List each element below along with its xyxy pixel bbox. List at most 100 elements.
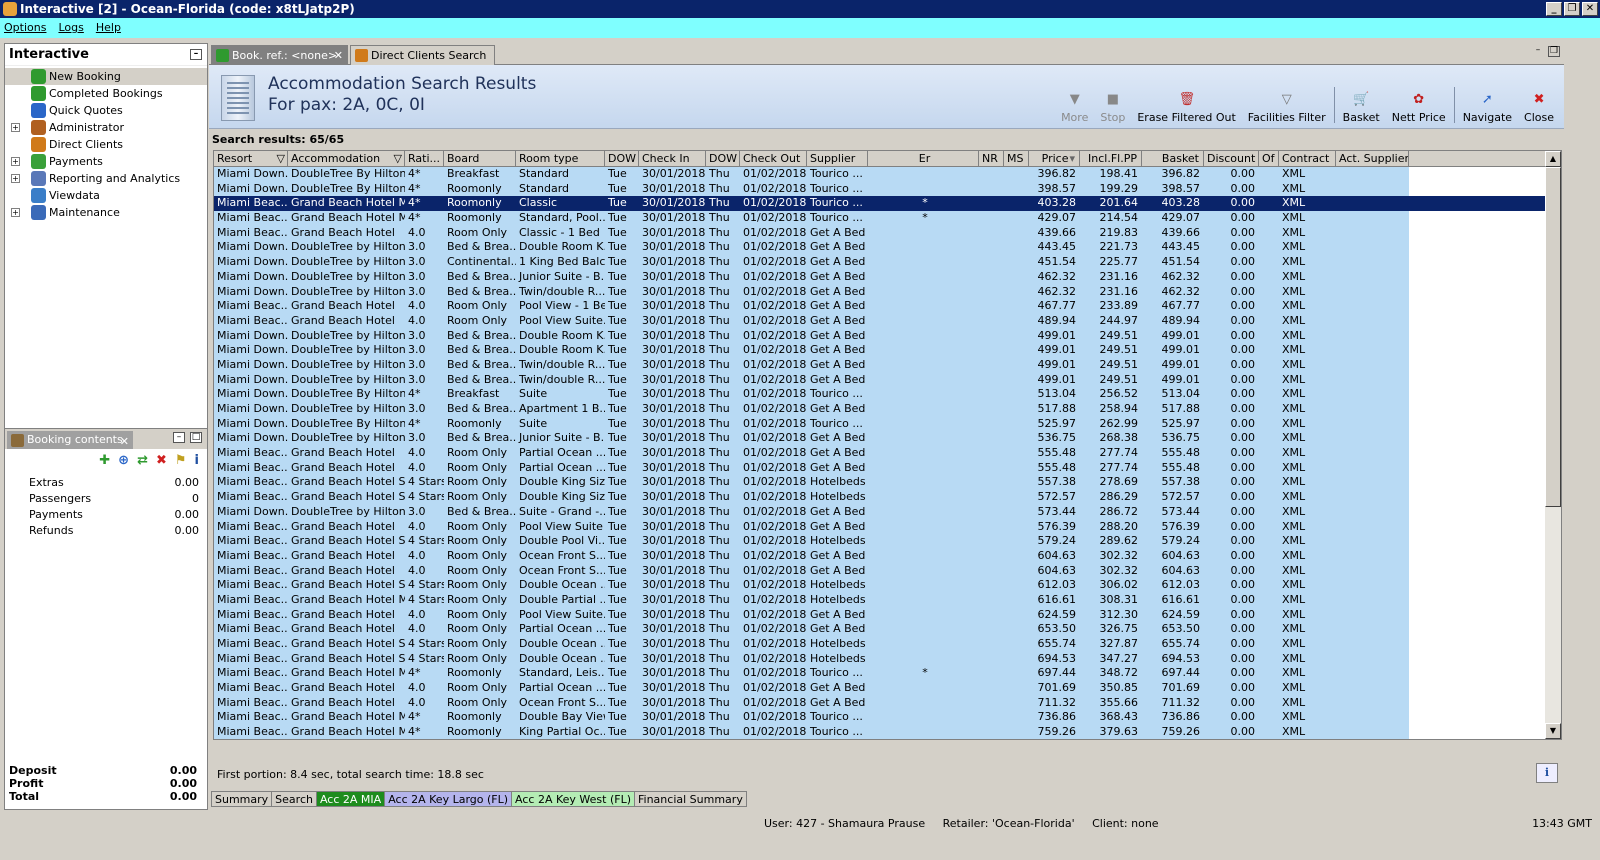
table-row[interactable]: Miami Down... DoubleTree by Hilton... 3.0 B… <box>214 402 1546 417</box>
table-row[interactable]: Miami Beac...Grand Beach Hotel Mi...4*Ro… <box>214 196 1546 212</box>
table-row[interactable]: Miami Beac...Grand Beach Hotel Mi...4*Ro… <box>214 211 1546 226</box>
table-row[interactable]: Miami Beac... Grand Beach Hotel 4.0 Room On… <box>214 681 1546 696</box>
column-header-dow[interactable]: DOW <box>605 151 639 167</box>
table-row[interactable]: Miami Beac... Grand Beach Hotel S... 4 Sta… <box>214 637 1546 652</box>
info-button[interactable]: i <box>1536 763 1558 783</box>
column-header-check-out[interactable]: Check Out <box>740 151 807 167</box>
expand-icon[interactable]: + <box>11 157 20 166</box>
table-row[interactable]: Miami Beac... Grand Beach Hotel S... 4 Sta… <box>214 651 1546 667</box>
table-row[interactable]: Miami Beac... Grand Beach Hotel S... 4 Sta… <box>214 490 1546 505</box>
scroll-thumb[interactable] <box>1545 167 1561 507</box>
column-header-board[interactable]: Board <box>444 151 516 167</box>
table-row[interactable]: Miami Beac...Grand Beach Hotel Mi...4*Ro… <box>214 710 1546 726</box>
table-row[interactable]: Miami Down... DoubleTree by Hilton... 3.0 B… <box>214 284 1546 300</box>
bottom-tab-financial-summary[interactable]: Financial Summary <box>634 791 747 807</box>
column-header-incl-fl-pp[interactable]: Incl.Fl.PP <box>1080 151 1142 167</box>
tree-item-completed-bookings[interactable]: Completed Bookings <box>5 85 207 102</box>
column-header-rati-[interactable]: Rati... <box>405 151 444 167</box>
table-row[interactable]: Miami Beac...Grand Beach Hotel Mi...4*Ro… <box>214 666 1546 682</box>
table-row[interactable]: Miami Beac... Grand Beach Hotel 4.0 Room On… <box>214 548 1546 564</box>
table-row[interactable]: Miami Beac... Grand Beach Hotel S... 4 Sta… <box>214 475 1546 491</box>
vertical-scrollbar[interactable]: ▲ ▼ <box>1545 151 1561 739</box>
delete-icon[interactable]: ✖ <box>156 453 167 468</box>
tab-booking-ref[interactable]: Book. ref.: <none> ✕ <box>211 45 348 65</box>
column-header-dow[interactable]: DOW <box>706 151 740 167</box>
column-header-check-in[interactable]: Check In <box>639 151 706 167</box>
swap-icon[interactable]: ⇄ <box>137 453 148 468</box>
column-header-price[interactable]: Price▾ <box>1029 151 1080 167</box>
collapse-panel-button[interactable]: – <box>190 49 202 60</box>
menu-help[interactable]: Help <box>96 18 121 38</box>
bottom-tab-summary[interactable]: Summary <box>211 791 273 807</box>
column-header-of[interactable]: Of <box>1259 151 1279 167</box>
scroll-down-arrow-icon[interactable]: ▼ <box>1545 723 1561 739</box>
tree-item-quick-quotes[interactable]: Quick Quotes <box>5 102 207 119</box>
close-button[interactable]: ✖ Close <box>1518 79 1560 127</box>
info-icon[interactable]: i <box>195 453 199 468</box>
panel-minimize-icon[interactable]: – <box>1532 46 1544 57</box>
close-tab-icon[interactable]: ✕ <box>120 433 129 451</box>
table-row[interactable]: Miami Beac... Grand Beach Hotel S... 4 Sta… <box>214 534 1546 549</box>
expand-icon[interactable]: + <box>11 208 20 217</box>
table-row[interactable]: Miami Beac...Grand Beach Hotel Mi...4 St… <box>214 592 1546 608</box>
flag-icon[interactable]: ⚑ <box>175 453 187 468</box>
column-header-nr[interactable]: NR <box>979 151 1004 167</box>
table-row[interactable]: Miami Down... DoubleTree By Hilton... 4* Ro… <box>214 181 1546 197</box>
table-row[interactable]: Miami Beac... Grand Beach Hotel S... 4 Sta… <box>214 578 1546 593</box>
sort-descending-icon[interactable]: ▾ <box>1069 152 1075 165</box>
booking-contents-tab[interactable]: Booking contents ✕ <box>7 431 133 449</box>
table-row[interactable]: Miami Down... DoubleTree by Hilton... 3.0 C… <box>214 255 1546 270</box>
more-button[interactable]: ▼ More <box>1055 79 1094 127</box>
filter-icon[interactable]: ▽ <box>394 151 402 167</box>
tree-item-new-booking[interactable]: New Booking <box>5 68 207 85</box>
basket-button[interactable]: 🛒 Basket <box>1337 79 1386 127</box>
column-header-room-type[interactable]: Room type <box>516 151 605 167</box>
bottom-tab-acc-2a-key-largo-fl-[interactable]: Acc 2A Key Largo (FL) <box>384 791 513 807</box>
bottom-tab-acc-2a-key-west-fl-[interactable]: Acc 2A Key West (FL) <box>511 791 635 807</box>
column-header-supplier[interactable]: Supplier <box>807 151 868 167</box>
column-header-basket[interactable]: Basket <box>1142 151 1204 167</box>
scroll-up-arrow-icon[interactable]: ▲ <box>1545 151 1561 167</box>
table-row[interactable]: Miami Down... DoubleTree by Hilton... 3.0 B… <box>214 343 1546 358</box>
menu-logs[interactable]: Logs <box>58 18 83 38</box>
menu-options[interactable]: Options <box>4 18 46 38</box>
tree-item-payments[interactable]: + Payments <box>5 153 207 170</box>
table-row[interactable]: Miami Beac... Grand Beach Hotel 4.0 Room On… <box>214 460 1546 476</box>
minimize-button[interactable]: _ <box>1546 2 1562 16</box>
table-row[interactable]: Miami Down... DoubleTree by Hilton... 3.0 B… <box>214 240 1546 256</box>
navigate-button[interactable]: ➚ Navigate <box>1457 79 1518 127</box>
bottom-tab-search[interactable]: Search <box>271 791 317 807</box>
minimize-panel-button[interactable]: – <box>173 432 185 443</box>
table-row[interactable]: Miami Down... DoubleTree By Hilton... 4* Ro… <box>214 416 1546 432</box>
tab-direct-clients-search[interactable]: Direct Clients Search <box>350 45 495 65</box>
filter-icon[interactable]: ▽ <box>277 151 285 167</box>
table-row[interactable]: Miami Down... DoubleTree By Hilton... 4* Br… <box>214 167 1546 182</box>
table-row[interactable]: Miami Down... DoubleTree by Hilton... 3.0 B… <box>214 269 1546 285</box>
facilities-filter-button[interactable]: ▽ Facilities Filter <box>1242 79 1332 127</box>
table-row[interactable]: Miami Beac... Grand Beach Hotel 4.0 Room On… <box>214 622 1546 637</box>
table-row[interactable]: Miami Beac... Grand Beach Hotel 4.0 Room On… <box>214 695 1546 711</box>
add-icon[interactable]: ✚ <box>99 453 110 468</box>
table-row[interactable]: Miami Down... DoubleTree by Hilton... 3.0 B… <box>214 431 1546 447</box>
refresh-icon[interactable]: ⊕ <box>118 453 129 468</box>
panel-restore-icon[interactable]: ❐ <box>1548 46 1560 57</box>
tree-item-maintenance[interactable]: + Maintenance <box>5 204 207 221</box>
nett-price-button[interactable]: ✿ Nett Price <box>1386 79 1452 127</box>
column-header-ms[interactable]: MS <box>1004 151 1029 167</box>
column-header-discount[interactable]: Discount <box>1204 151 1259 167</box>
table-row[interactable]: Miami Beac... Grand Beach Hotel 4.0 Room On… <box>214 299 1546 314</box>
tree-item-viewdata[interactable]: Viewdata <box>5 187 207 204</box>
tree-item-reporting-and-analytics[interactable]: + Reporting and Analytics <box>5 170 207 187</box>
expand-icon[interactable]: + <box>11 174 20 183</box>
column-header-er[interactable]: Er <box>868 151 979 167</box>
table-row[interactable]: Miami Down... DoubleTree By Hilton... 4* Br… <box>214 387 1546 402</box>
table-row[interactable]: Miami Down... DoubleTree by Hilton... 3.0 B… <box>214 504 1546 520</box>
restore-button[interactable]: ❐ <box>1564 2 1580 16</box>
close-window-button[interactable]: ✕ <box>1582 2 1598 16</box>
table-row[interactable]: Miami Beac... Grand Beach Hotel 4.0 Room On… <box>214 313 1546 329</box>
table-row[interactable]: Miami Beac... Grand Beach Hotel 4.0 Room On… <box>214 446 1546 461</box>
table-row[interactable]: Miami Beac... Grand Beach Hotel 4.0 Room On… <box>214 607 1546 623</box>
column-header-act-supplier[interactable]: Act. Supplier <box>1336 151 1409 167</box>
maximize-panel-button[interactable]: □ <box>190 432 202 443</box>
table-row[interactable]: Miami Down... DoubleTree by Hilton... 3.0 B… <box>214 328 1546 344</box>
